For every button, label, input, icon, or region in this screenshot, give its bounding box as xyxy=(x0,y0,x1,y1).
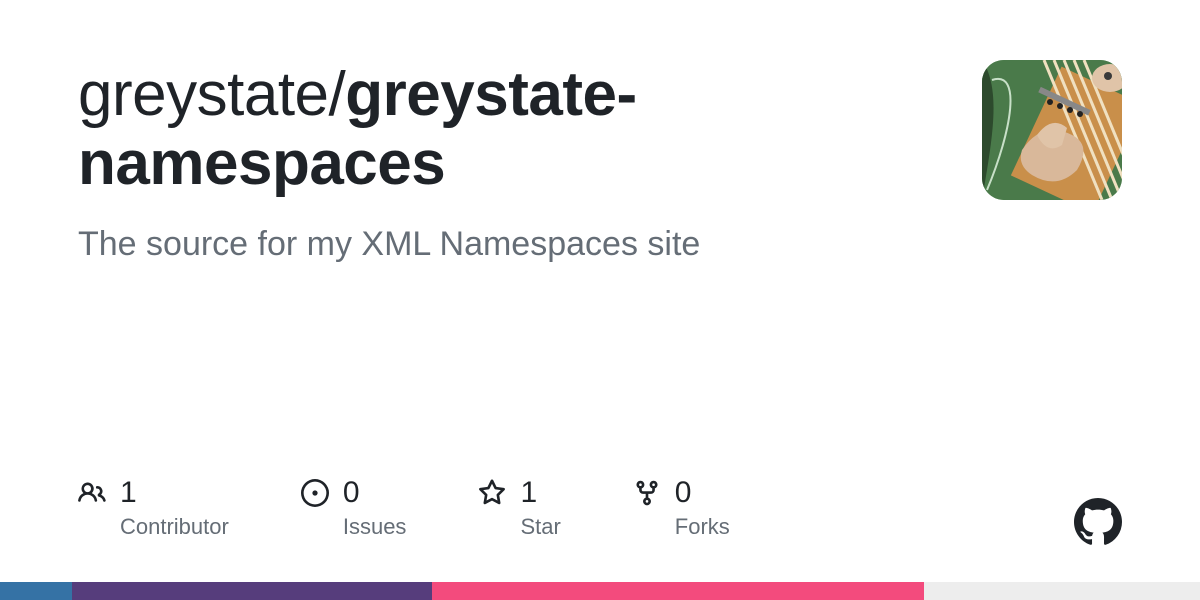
repo-name-part1: greystate xyxy=(345,60,616,129)
issues-count: 0 xyxy=(343,476,360,510)
repo-title: greystate/greystate-namespaces xyxy=(78,60,938,199)
language-segment xyxy=(72,582,432,600)
repo-name-part2: namespaces xyxy=(78,129,445,198)
language-bar xyxy=(0,582,1200,600)
stars-label: Star xyxy=(478,514,560,540)
title-row: greystate/greystate-namespaces xyxy=(78,60,1122,200)
avatar xyxy=(982,60,1122,200)
repo-social-card: greystate/greystate-namespaces xyxy=(0,0,1200,600)
language-segment xyxy=(0,582,72,600)
issues-label: Issues xyxy=(301,514,407,540)
card-content: greystate/greystate-namespaces xyxy=(78,60,1122,268)
contributors-count: 1 xyxy=(120,476,137,510)
stat-contributors: 1 Contributor xyxy=(78,476,229,540)
stat-forks: 0 Forks xyxy=(633,476,730,540)
stat-issues: 0 Issues xyxy=(301,476,407,540)
github-logo-icon xyxy=(1074,498,1122,546)
repo-owner: greystate xyxy=(78,60,329,129)
language-segment xyxy=(924,582,1200,600)
stat-stars: 1 Star xyxy=(478,476,560,540)
language-segment xyxy=(432,582,924,600)
contributors-label: Contributor xyxy=(78,514,229,540)
stars-count: 1 xyxy=(520,476,537,510)
issue-icon xyxy=(301,479,329,507)
repo-description: The source for my XML Namespaces site xyxy=(78,222,938,268)
repo-name-hyphen: - xyxy=(616,60,636,129)
star-icon xyxy=(478,479,506,507)
people-icon xyxy=(78,479,106,507)
repo-separator: / xyxy=(329,60,346,129)
forks-count: 0 xyxy=(675,476,692,510)
forks-label: Forks xyxy=(633,514,730,540)
fork-icon xyxy=(633,479,661,507)
stats-row: 1 Contributor 0 Issues 1 Star xyxy=(78,476,730,540)
